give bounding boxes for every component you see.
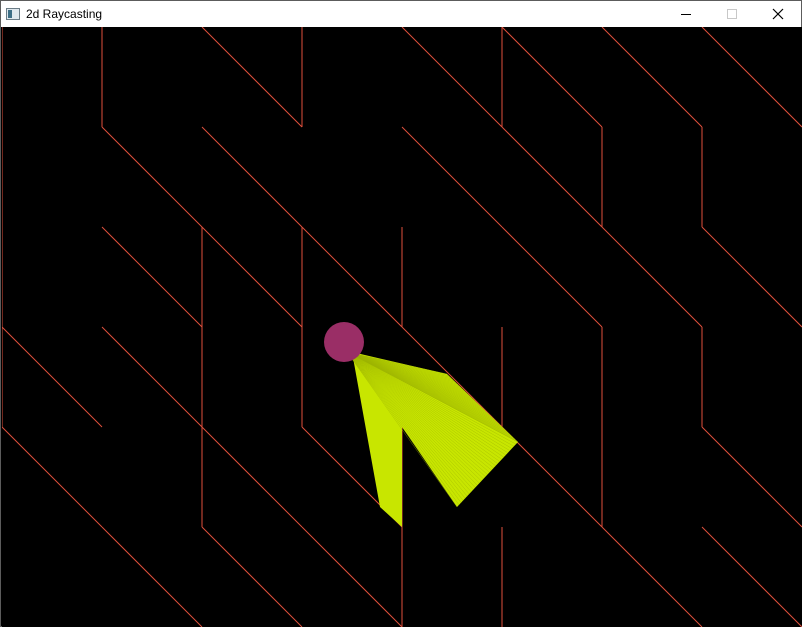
app-window: 2d Raycasting [0,0,802,627]
raycasting-canvas[interactable] [2,27,802,627]
close-button[interactable] [755,1,801,27]
scene-svg [2,27,802,627]
title-bar[interactable]: 2d Raycasting [1,1,801,27]
minimize-button[interactable] [663,1,709,27]
minimize-icon [681,14,691,15]
window-controls [663,1,801,27]
app-icon [6,8,20,20]
close-icon [772,8,784,20]
light-source-player[interactable] [324,322,364,362]
maximize-icon [727,9,737,19]
window-title: 2d Raycasting [26,7,103,21]
maximize-button[interactable] [709,1,755,27]
